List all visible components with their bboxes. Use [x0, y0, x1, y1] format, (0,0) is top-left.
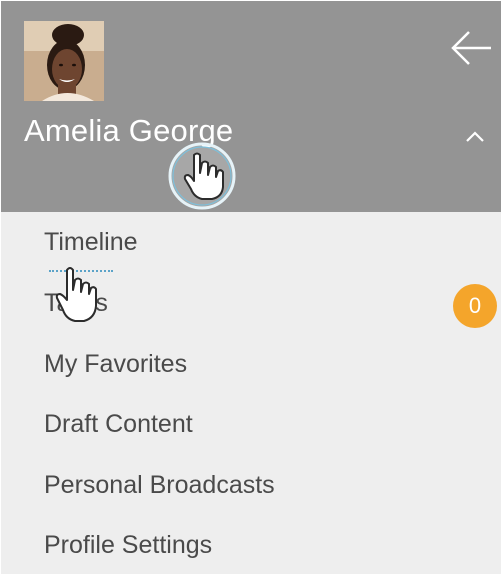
menu-item-my-favorites[interactable]: My Favorites	[1, 336, 501, 394]
menu-item-draft-content[interactable]: Draft Content	[1, 396, 501, 454]
collapse-profile-button[interactable]	[457, 119, 493, 155]
menu-item-label: Profile Settings	[44, 531, 213, 559]
menu-item-profile-settings[interactable]: Profile Settings	[1, 517, 501, 574]
menu-item-label: Draft Content	[44, 410, 193, 438]
menu-item-personal-broadcasts[interactable]: Personal Broadcasts	[1, 457, 501, 515]
navigation-drawer: Amelia George Timeline Tasks 0 My Favori…	[1, 1, 501, 574]
count-badge: 0	[453, 284, 497, 328]
profile-name[interactable]: Amelia George	[24, 113, 233, 149]
user-avatar[interactable]	[24, 21, 104, 101]
menu-item-label: Timeline	[44, 228, 138, 256]
menu-item-label: Tasks	[44, 289, 108, 317]
menu-item-label: My Favorites	[44, 350, 188, 378]
back-button[interactable]	[447, 26, 495, 70]
drawer-menu: Timeline Tasks 0 My Favorites Draft Cont…	[1, 212, 501, 574]
menu-item-timeline[interactable]: Timeline	[1, 214, 501, 272]
profile-header: Amelia George	[1, 1, 501, 212]
menu-item-label: Personal Broadcasts	[44, 471, 275, 499]
arrow-left-icon	[451, 31, 491, 65]
avatar-photo	[24, 21, 104, 101]
focus-indicator	[49, 270, 113, 272]
hand-pointer-icon	[168, 142, 236, 210]
chevron-up-icon	[466, 131, 484, 142]
menu-item-tasks[interactable]: Tasks 0	[1, 275, 501, 333]
